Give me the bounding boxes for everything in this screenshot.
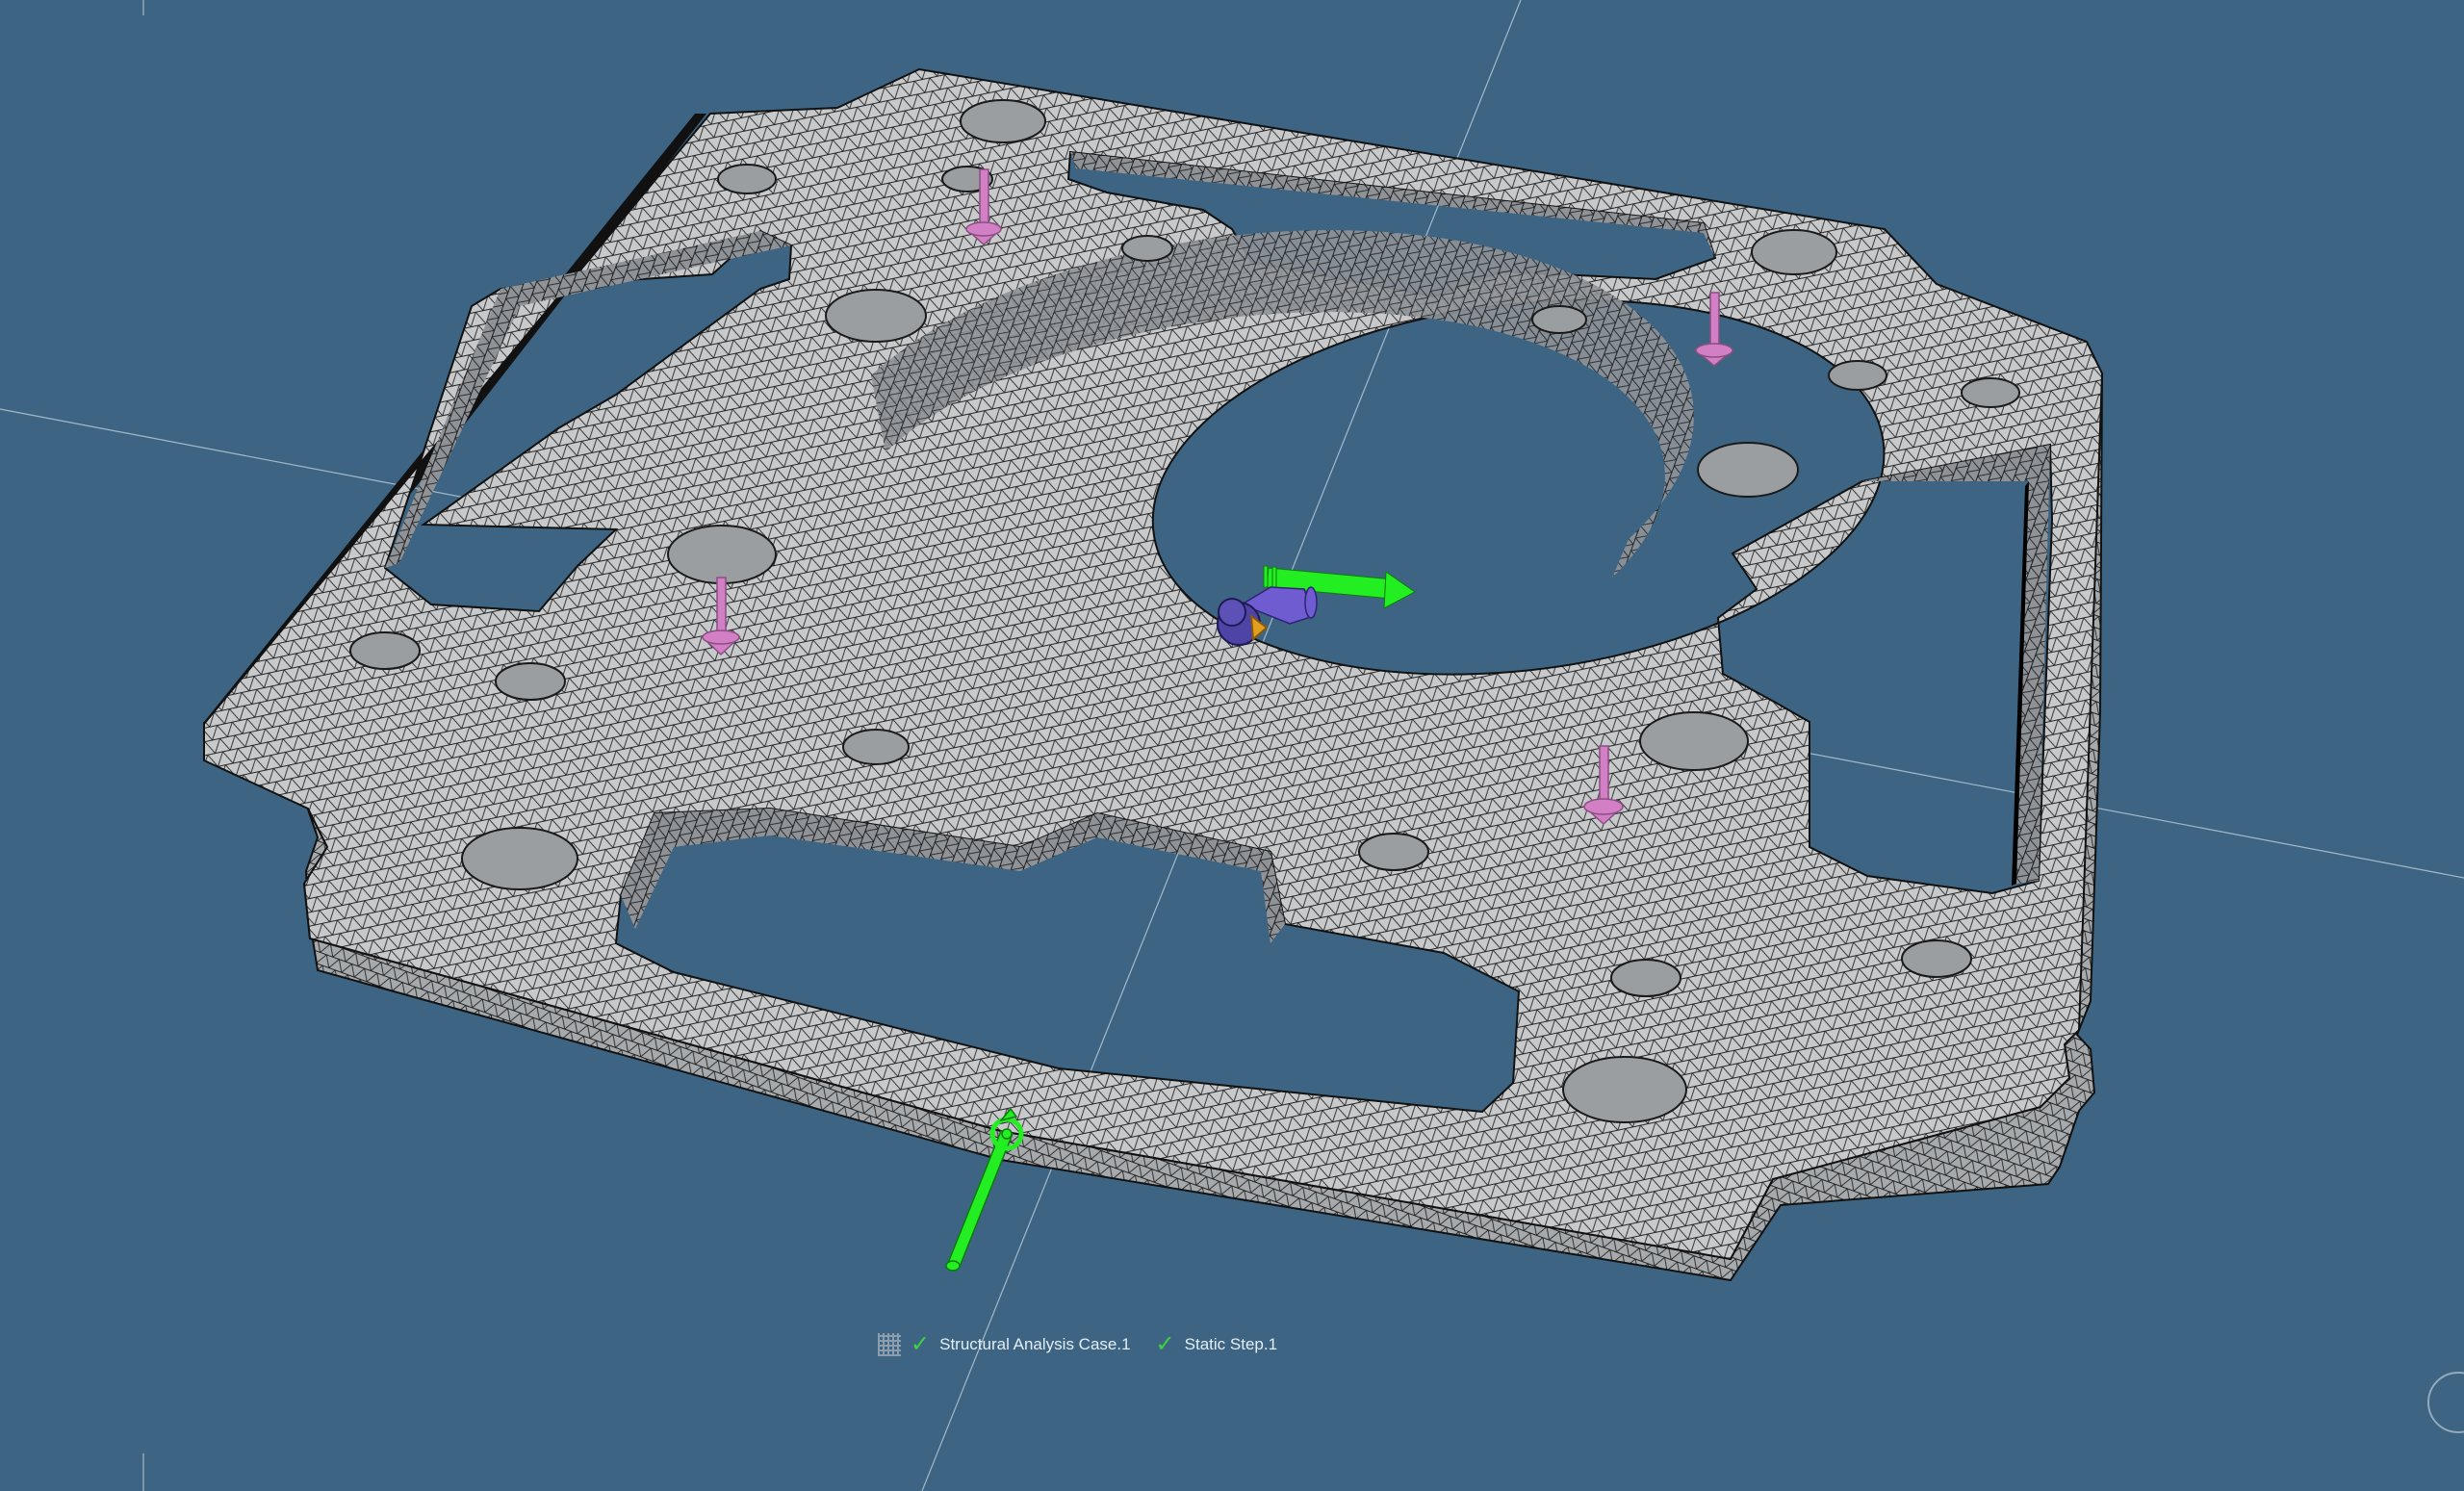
status-item-analysis-case[interactable]: ✓ Structural Analysis Case.1 <box>878 1333 1131 1356</box>
check-icon: ✓ <box>911 1331 931 1357</box>
mesh-icon <box>878 1333 901 1356</box>
viewport-corner-mark <box>142 1453 144 1491</box>
static-step-label: Static Step.1 <box>1184 1335 1278 1353</box>
axis-triad[interactable] <box>1217 565 1416 646</box>
analysis-case-label: Structural Analysis Case.1 <box>939 1335 1131 1353</box>
status-item-static-step[interactable]: ✓ Static Step.1 <box>1156 1333 1278 1356</box>
3d-viewport[interactable]: ✓ Structural Analysis Case.1 ✓ Static St… <box>0 0 2464 1491</box>
viewport-canvas[interactable] <box>0 0 2464 1491</box>
analysis-status-bar: ✓ Structural Analysis Case.1 ✓ Static St… <box>878 1330 1277 1359</box>
viewport-corner-mark <box>142 0 144 15</box>
check-icon: ✓ <box>1155 1331 1175 1357</box>
